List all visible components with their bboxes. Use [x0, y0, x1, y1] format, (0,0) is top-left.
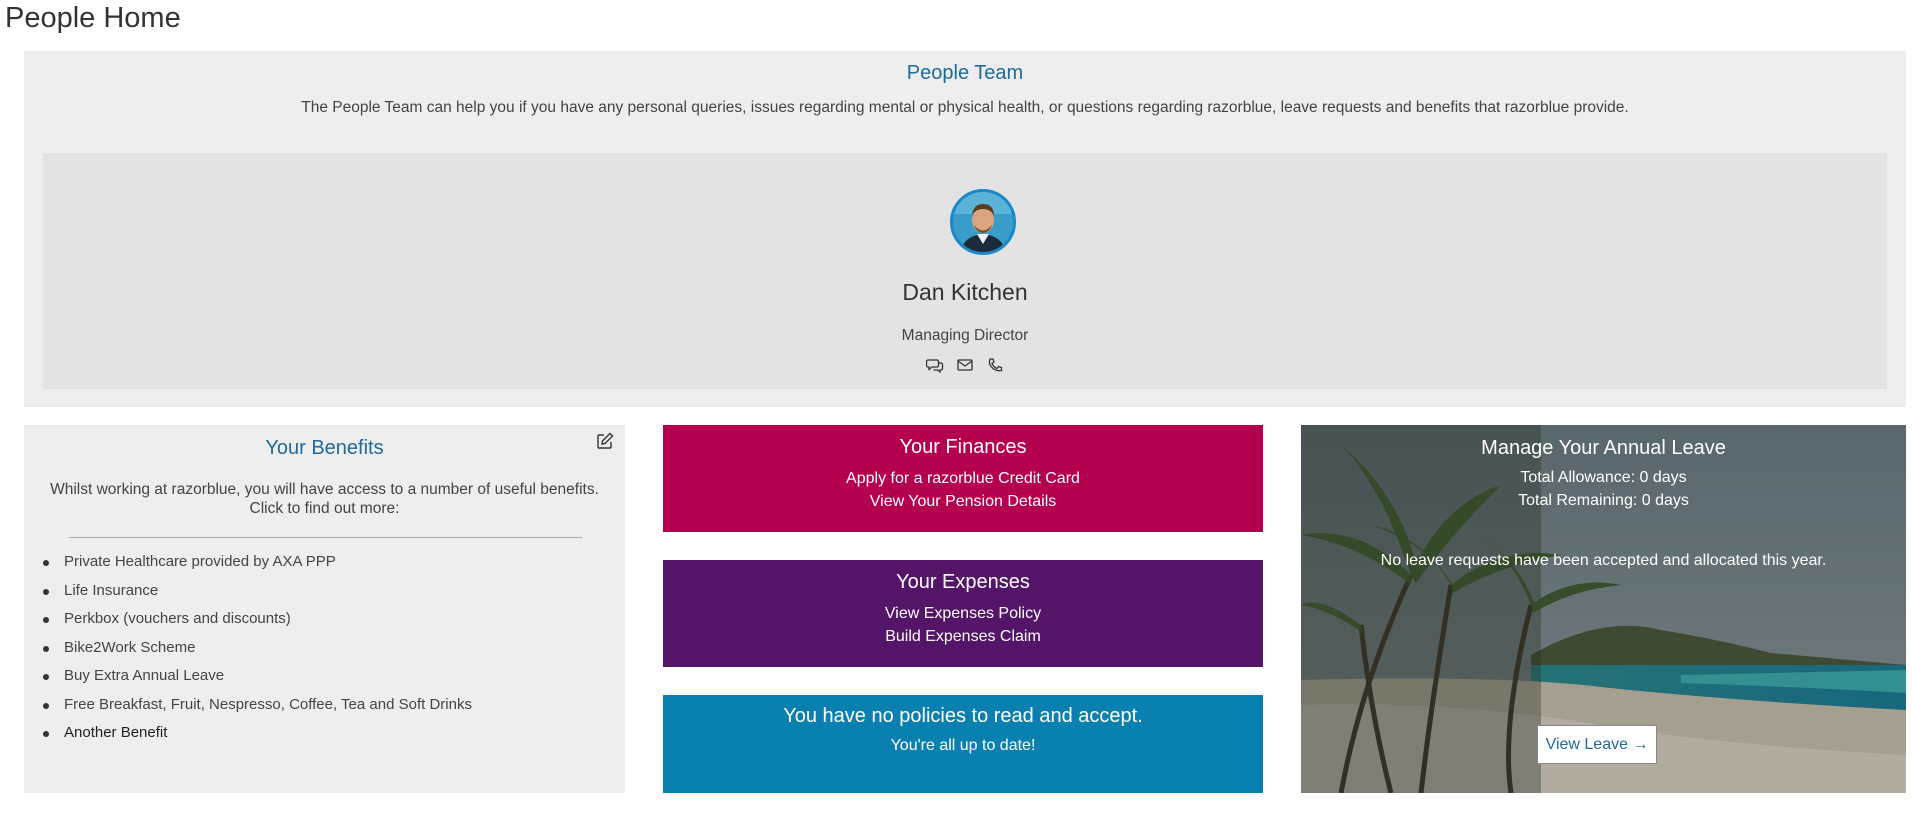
- view-leave-button[interactable]: View Leave →: [1537, 725, 1657, 764]
- chat-icon[interactable]: [925, 357, 944, 374]
- expenses-title: Your Expenses: [896, 571, 1030, 593]
- benefit-link[interactable]: Free Breakfast, Fruit, Nespresso, Coffee…: [64, 696, 472, 713]
- benefit-item[interactable]: Perkbox (vouchers and discounts): [43, 609, 472, 638]
- total-remaining: Total Remaining: 0 days: [1518, 492, 1689, 509]
- people-team-description: The People Team can help you if you have…: [301, 99, 1629, 116]
- people-team-title: People Team: [906, 62, 1024, 84]
- benefit-item[interactable]: Life Insurance: [43, 581, 472, 610]
- benefit-item[interactable]: Free Breakfast, Fruit, Nespresso, Coffee…: [43, 695, 472, 724]
- page-title: People Home: [5, 2, 181, 34]
- benefit-item[interactable]: Private Healthcare provided by AXA PPP: [43, 552, 472, 581]
- annual-leave-title: Manage Your Annual Leave: [1481, 437, 1726, 459]
- policies-subtitle: You're all up to date!: [890, 737, 1036, 754]
- benefit-link[interactable]: Life Insurance: [64, 582, 158, 599]
- envelope-icon[interactable]: [956, 357, 974, 373]
- finances-tile: Your Finances Apply for a razorblue Cred…: [663, 425, 1263, 532]
- benefit-item[interactable]: Buy Extra Annual Leave: [43, 666, 472, 695]
- benefit-item[interactable]: Another Benefit: [43, 723, 472, 752]
- policies-tile: You have no policies to read and accept.…: [663, 695, 1263, 793]
- expenses-claim-link[interactable]: Build Expenses Claim: [885, 628, 1041, 645]
- total-allowance: Total Allowance: 0 days: [1520, 469, 1687, 486]
- benefits-panel: Your Benefits Whilst working at razorblu…: [24, 425, 625, 793]
- divider: [69, 537, 582, 538]
- phone-icon[interactable]: [986, 357, 1004, 373]
- avatar: [950, 189, 1016, 255]
- finances-title: Your Finances: [899, 436, 1027, 458]
- benefits-title: Your Benefits: [265, 437, 384, 459]
- benefit-link[interactable]: Buy Extra Annual Leave: [64, 667, 224, 684]
- people-team-panel: People Team The People Team can help you…: [24, 51, 1906, 407]
- edit-icon[interactable]: [595, 431, 615, 451]
- expenses-policy-link[interactable]: View Expenses Policy: [885, 605, 1041, 622]
- contact-actions: [43, 357, 1887, 374]
- benefit-link[interactable]: Bike2Work Scheme: [64, 639, 195, 656]
- pension-link[interactable]: View Your Pension Details: [870, 493, 1057, 510]
- benefit-link[interactable]: Another Benefit: [64, 724, 167, 741]
- expenses-tile: Your Expenses View Expenses Policy Build…: [663, 560, 1263, 667]
- contact-card: Dan Kitchen Managing Director: [43, 153, 1887, 389]
- benefit-link[interactable]: Perkbox (vouchers and discounts): [64, 610, 291, 627]
- benefits-description: Whilst working at razorblue, you will ha…: [50, 481, 599, 517]
- contact-name: Dan Kitchen: [902, 279, 1028, 305]
- benefit-item[interactable]: Bike2Work Scheme: [43, 638, 472, 667]
- leave-message: No leave requests have been accepted and…: [1380, 552, 1827, 569]
- benefit-link[interactable]: Private Healthcare provided by AXA PPP: [64, 553, 336, 570]
- credit-card-link[interactable]: Apply for a razorblue Credit Card: [846, 470, 1080, 487]
- policies-title: You have no policies to read and accept.: [783, 705, 1143, 727]
- annual-leave-panel: Manage Your Annual Leave Total Allowance…: [1301, 425, 1906, 793]
- benefits-list: Private Healthcare provided by AXA PPP L…: [43, 552, 472, 752]
- contact-role: Managing Director: [901, 327, 1029, 344]
